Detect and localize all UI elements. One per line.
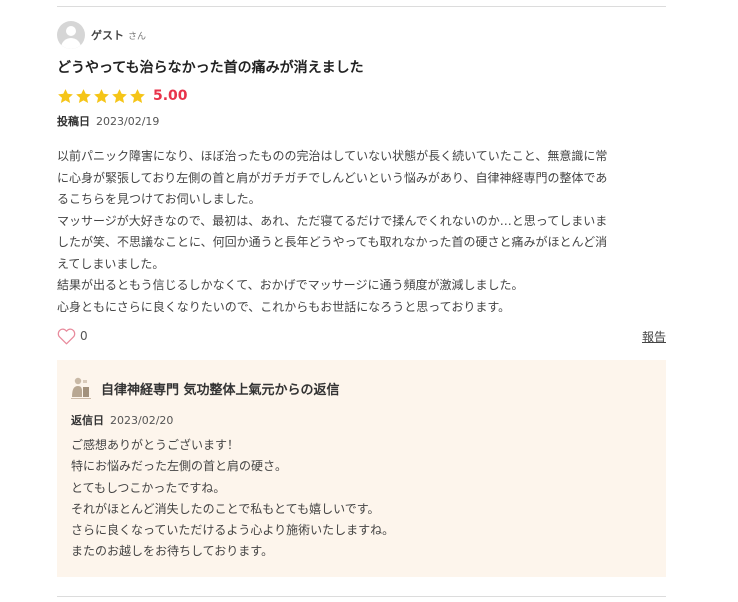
review-body: 以前パニック障害になり、ほぼ治ったものの完治はしていない状態が長く続いていたこと…	[57, 146, 669, 318]
reviewer-info: ゲスト さん	[57, 20, 146, 50]
review-body-line: えてしまいました。	[57, 256, 165, 271]
reply-body-line: またのお越しをお待ちしております。	[71, 544, 274, 559]
star-icon	[94, 88, 109, 103]
star-icon	[130, 88, 145, 103]
report-link[interactable]: 報告	[642, 328, 666, 345]
review-title: どうやっても治らなかった首の痛みが消えました	[57, 60, 364, 76]
top-divider	[57, 6, 666, 7]
rating-value: 5.00	[153, 88, 188, 104]
reviewer-name: ゲスト	[91, 29, 124, 42]
review-body-line: に心身が緊張しており左側の首と肩がガチガチでしんどいという悩みがあり、自律神経専…	[57, 170, 608, 185]
review-actions: 0 報告	[57, 326, 666, 346]
star-icon	[58, 88, 73, 103]
review-body-line: マッサージが大好きなので、最初は、あれ、ただ寝てるだけで揉んでくれないのか…と思…	[57, 213, 608, 228]
reply-body-line: 特にお悩みだった左側の首と肩の硬さ。	[71, 459, 288, 474]
shop-logo-icon	[69, 375, 93, 401]
reply-body-line: それがほとんど消失したのことで私もとても嬉しいです。	[71, 501, 380, 516]
reply-body-line: とてもしつこかったですね。	[71, 480, 226, 495]
reviewer-honorific: さん	[128, 31, 147, 42]
reply-body: ご感想ありがとうございます！ 特にお悩みだった左側の首と肩の硬さ。 とてもしつこ…	[71, 435, 394, 563]
like-count: 0	[80, 329, 88, 343]
reply-body-line: ご感想ありがとうございます！	[71, 438, 240, 452]
posted-date-row: 投稿日 2023/02/19	[57, 113, 159, 129]
posted-date: 2023/02/19	[96, 114, 160, 128]
heart-icon[interactable]	[57, 328, 76, 345]
star-icon	[112, 88, 127, 103]
reply-title: 自律神経専門 気功整体上氣元からの返信	[101, 382, 340, 398]
reply-body-line: さらに良くなっていただけるよう心より施術いたしますね。	[71, 523, 395, 538]
review-body-line: るこちらを見つけてお伺いしました。	[57, 192, 261, 206]
review-body-line: 以前パニック障害になり、ほぼ治ったものの完治はしていない状態が長く続いていたこと…	[57, 149, 608, 163]
posted-date-label: 投稿日	[57, 115, 90, 128]
reply-date-label: 返信日	[71, 414, 104, 427]
review-body-line: したが笑、不思議なことに、何回か通うと長年どうやっても取れなかった首の硬さと痛み…	[57, 235, 608, 249]
review-body-line: 結果が出るともう信じるしかなくて、おかげでマッサージに通う頻度が激減しました。	[57, 278, 524, 292]
review-body-line: 心身ともにさらに良くなりたいので、これからもお世話になろうと思っております。	[57, 299, 511, 314]
user-avatar-icon	[57, 21, 85, 49]
star-icon	[76, 88, 91, 103]
reply-header: 自律神経専門 気功整体上氣元からの返信	[69, 375, 340, 401]
bottom-divider	[57, 596, 666, 597]
reply-date-row: 返信日 2023/02/20	[71, 412, 173, 428]
shop-reply: 自律神経専門 気功整体上氣元からの返信 返信日 2023/02/20 ご感想あり…	[57, 360, 666, 577]
star-rating: 5.00	[57, 86, 188, 106]
reply-date: 2023/02/20	[110, 413, 174, 427]
